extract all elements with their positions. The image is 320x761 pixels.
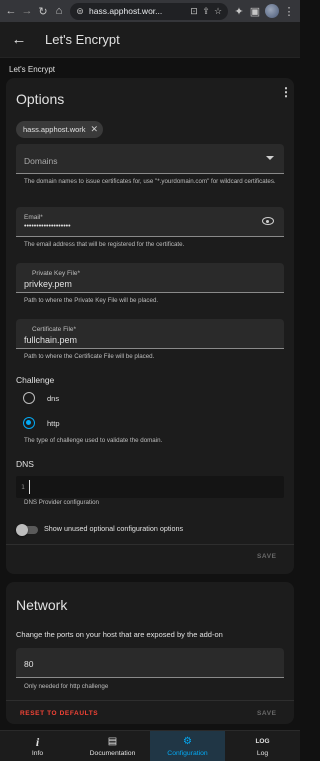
forward-icon[interactable]: →	[19, 3, 35, 19]
network-description: Change the ports on your host that are e…	[16, 630, 223, 639]
document-icon: ▤	[107, 735, 118, 747]
line-number: 1	[21, 483, 25, 491]
tab-configuration-label: Configuration	[167, 749, 208, 757]
tab-documentation-label: Documentation	[89, 749, 136, 757]
tab-info-label: Info	[31, 749, 44, 757]
bottom-navigation: i Info ▤ Documentation ⚙ Configuration L…	[0, 730, 300, 761]
tab-documentation[interactable]: ▤ Documentation	[75, 731, 150, 761]
app-header: ← Let's Encrypt	[0, 22, 300, 58]
browser-toolbar: ← → ↻ ⌂ ⊜ hass.apphost.wor... ⊡ ⇪ ☆ ✦ ▣ …	[0, 0, 300, 22]
network-save-button[interactable]: SAVE	[257, 710, 277, 717]
optional-config-label: Show unused optional configuration optio…	[44, 524, 184, 533]
home-icon[interactable]: ⌂	[51, 3, 67, 19]
cog-icon: ⚙	[183, 735, 192, 747]
reset-defaults-button[interactable]: RESET TO DEFAULTS	[20, 710, 98, 717]
port-value: 80	[24, 659, 34, 669]
profile-avatar[interactable]	[265, 4, 279, 18]
options-save-button[interactable]: SAVE	[257, 553, 277, 560]
private-key-helper: Path to where the Private Key File will …	[24, 297, 159, 304]
private-key-value: privkey.pem	[24, 279, 72, 289]
back-arrow-icon[interactable]: ←	[10, 31, 28, 49]
email-label: Email*	[24, 214, 43, 221]
domain-chip-label: hass.apphost.work	[23, 125, 86, 134]
address-bar[interactable]: ⊜ hass.apphost.wor... ⊡ ⇪ ☆	[70, 2, 228, 20]
reload-icon[interactable]: ↻	[35, 3, 51, 19]
certificate-label: Certificate File*	[32, 326, 77, 333]
options-menu-icon[interactable]: ⋮	[280, 86, 292, 100]
certificate-helper: Path to where the Certificate File will …	[24, 353, 155, 360]
private-key-field[interactable]: Private Key File* privkey.pem	[16, 263, 284, 293]
info-icon: i	[35, 734, 40, 749]
radio-dns[interactable]	[23, 392, 35, 404]
network-title: Network	[16, 597, 68, 613]
show-password-icon[interactable]	[262, 217, 274, 225]
radio-http-label: http	[47, 419, 60, 428]
certificate-field[interactable]: Certificate File* fullchain.pem	[16, 319, 284, 349]
challenge-helper: The type of challenge used to validate t…	[24, 437, 163, 444]
chip-remove-icon[interactable]: ✕	[91, 124, 99, 135]
tab-configuration[interactable]: ⚙ Configuration	[150, 731, 225, 761]
optional-config-toggle[interactable]	[16, 524, 38, 536]
port-helper: Only needed for http challenge	[24, 683, 109, 690]
options-divider	[6, 544, 294, 545]
network-divider	[6, 700, 294, 701]
install-app-icon[interactable]: ⊡	[188, 5, 200, 17]
extensions-icon[interactable]: ✦	[231, 3, 247, 19]
domains-helper: The domain names to issue certificates f…	[24, 178, 276, 185]
url-text: hass.apphost.wor...	[89, 6, 163, 16]
domain-chip[interactable]: hass.apphost.work ✕	[16, 121, 104, 138]
dns-helper: DNS Provider configuration	[24, 499, 99, 506]
radio-http[interactable]	[23, 417, 35, 429]
tab-log-label: Log	[256, 749, 269, 757]
dns-code-editor[interactable]: 1	[16, 476, 284, 498]
log-icon: LOG	[255, 737, 270, 745]
bookmark-star-icon[interactable]: ☆	[212, 5, 224, 17]
more-icon[interactable]: ⋮	[281, 3, 297, 19]
options-title: Options	[16, 91, 65, 107]
dns-label: DNS	[16, 459, 34, 469]
addon-heading: Let's Encrypt	[9, 65, 55, 74]
email-value: •••••••••••••••••••	[24, 223, 71, 230]
tab-info[interactable]: i Info	[0, 731, 75, 761]
email-helper: The email address that will be registere…	[24, 241, 185, 248]
back-icon[interactable]: ←	[3, 3, 19, 19]
domains-placeholder: Domains	[24, 156, 58, 166]
security-icon[interactable]: ⊜	[74, 5, 86, 17]
radio-dns-label: dns	[47, 394, 60, 403]
toggle-thumb	[16, 524, 28, 536]
port-field[interactable]: 80	[16, 648, 284, 678]
private-key-label: Private Key File*	[32, 270, 81, 277]
challenge-label: Challenge	[16, 375, 55, 385]
certificate-value: fullchain.pem	[24, 335, 78, 345]
text-cursor	[29, 480, 30, 494]
page-title: Let's Encrypt	[45, 32, 120, 47]
domains-select[interactable]: Domains	[16, 144, 284, 174]
side-panel-icon[interactable]: ▣	[247, 3, 263, 19]
tab-log[interactable]: LOG Log	[225, 731, 300, 761]
email-field[interactable]: Email* •••••••••••••••••••	[16, 207, 284, 237]
share-icon[interactable]: ⇪	[200, 5, 212, 17]
chevron-down-icon[interactable]	[266, 156, 274, 160]
